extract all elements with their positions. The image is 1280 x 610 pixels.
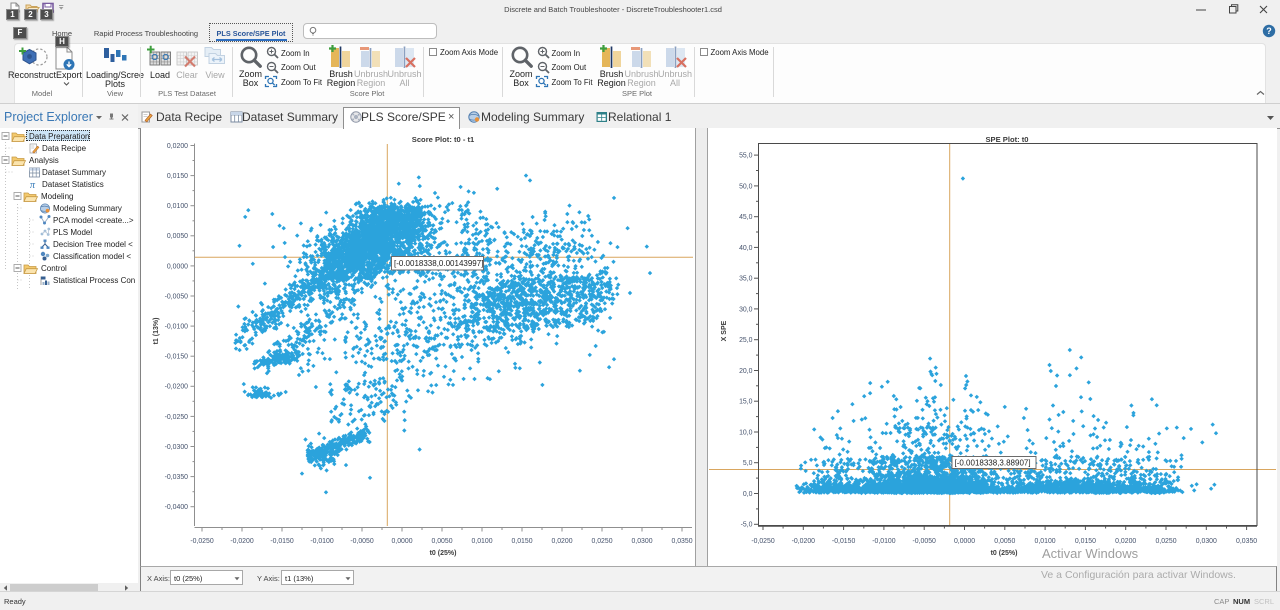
svg-text:15,0: 15,0 bbox=[739, 399, 753, 406]
svg-text:-0,0100: -0,0100 bbox=[872, 538, 896, 545]
svg-text:-0,0100: -0,0100 bbox=[165, 324, 189, 331]
svg-text:0,0050: 0,0050 bbox=[167, 233, 188, 240]
svg-text:10,0: 10,0 bbox=[739, 429, 753, 436]
svg-text:t0 (25%): t0 (25%) bbox=[430, 550, 457, 557]
svg-text:0,0300: 0,0300 bbox=[631, 538, 652, 545]
svg-text:35,0: 35,0 bbox=[739, 276, 753, 283]
svg-text:-0,0250: -0,0250 bbox=[165, 414, 189, 421]
svg-text:55,0: 55,0 bbox=[739, 153, 753, 160]
svg-text:0,0200: 0,0200 bbox=[551, 538, 572, 545]
svg-text:0,0000: 0,0000 bbox=[391, 538, 412, 545]
svg-text:-0,0250: -0,0250 bbox=[190, 538, 214, 545]
svg-text:0,0: 0,0 bbox=[743, 491, 753, 498]
svg-text:-0,0050: -0,0050 bbox=[913, 538, 937, 545]
svg-text:0,0050: 0,0050 bbox=[431, 538, 452, 545]
svg-text:0,0000: 0,0000 bbox=[167, 263, 188, 270]
svg-text:X SPE: X SPE bbox=[721, 320, 728, 341]
svg-text:-0,0150: -0,0150 bbox=[165, 354, 189, 361]
svg-text:?: ? bbox=[1266, 26, 1272, 36]
svg-text:0,0200: 0,0200 bbox=[1115, 538, 1136, 545]
svg-text:5,0: 5,0 bbox=[743, 460, 753, 467]
svg-text:Activar Windows: Activar Windows bbox=[1042, 546, 1139, 561]
svg-text:0,0200: 0,0200 bbox=[167, 143, 188, 150]
svg-text:-0,0050: -0,0050 bbox=[350, 538, 374, 545]
svg-text:25,0: 25,0 bbox=[739, 337, 753, 344]
svg-text:π: π bbox=[30, 180, 36, 191]
svg-text:t1 (13%): t1 (13%) bbox=[153, 318, 160, 345]
svg-text:-0,0400: -0,0400 bbox=[165, 504, 189, 511]
svg-text:30,0: 30,0 bbox=[739, 306, 753, 313]
svg-text:t0 (25%): t0 (25%) bbox=[991, 550, 1018, 557]
svg-text:Score Plot: t0 - t1: Score Plot: t0 - t1 bbox=[412, 135, 475, 144]
svg-text:0,0100: 0,0100 bbox=[167, 203, 188, 210]
svg-text:-0,0200: -0,0200 bbox=[165, 384, 189, 391]
svg-text:0,0250: 0,0250 bbox=[1155, 538, 1176, 545]
svg-text:0,0100: 0,0100 bbox=[1035, 538, 1056, 545]
svg-text:[-0.0018338,3.88907]: [-0.0018338,3.88907] bbox=[955, 458, 1031, 467]
svg-text:50,0: 50,0 bbox=[739, 183, 753, 190]
svg-text:-0,0350: -0,0350 bbox=[165, 474, 189, 481]
svg-text:-0,0150: -0,0150 bbox=[832, 538, 856, 545]
svg-text:-0,0050: -0,0050 bbox=[165, 293, 189, 300]
svg-text:0,0300: 0,0300 bbox=[1196, 538, 1217, 545]
svg-text:-5,0: -5,0 bbox=[741, 522, 753, 529]
svg-text:0,0150: 0,0150 bbox=[511, 538, 532, 545]
svg-text:SPE Plot: t0: SPE Plot: t0 bbox=[985, 135, 1028, 144]
svg-text:-0,0300: -0,0300 bbox=[165, 444, 189, 451]
svg-text:-0,0200: -0,0200 bbox=[792, 538, 816, 545]
svg-text:-0,0200: -0,0200 bbox=[230, 538, 254, 545]
svg-text:[-0.0018338,0.00143997]: [-0.0018338,0.00143997] bbox=[394, 259, 483, 268]
svg-text:-0,0250: -0,0250 bbox=[751, 538, 775, 545]
svg-text:0,0150: 0,0150 bbox=[167, 173, 188, 180]
svg-text:0,0050: 0,0050 bbox=[994, 538, 1015, 545]
svg-text:0,0100: 0,0100 bbox=[471, 538, 492, 545]
svg-text:0,0250: 0,0250 bbox=[591, 538, 612, 545]
svg-text:-0,0100: -0,0100 bbox=[310, 538, 334, 545]
svg-text:0,0350: 0,0350 bbox=[1236, 538, 1257, 545]
svg-text:20,0: 20,0 bbox=[739, 368, 753, 375]
svg-text:0,0350: 0,0350 bbox=[671, 538, 692, 545]
svg-text:40,0: 40,0 bbox=[739, 245, 753, 252]
svg-text:-0,0150: -0,0150 bbox=[270, 538, 294, 545]
svg-text:0,0150: 0,0150 bbox=[1075, 538, 1096, 545]
svg-text:0,0000: 0,0000 bbox=[954, 538, 975, 545]
svg-text:45,0: 45,0 bbox=[739, 214, 753, 221]
